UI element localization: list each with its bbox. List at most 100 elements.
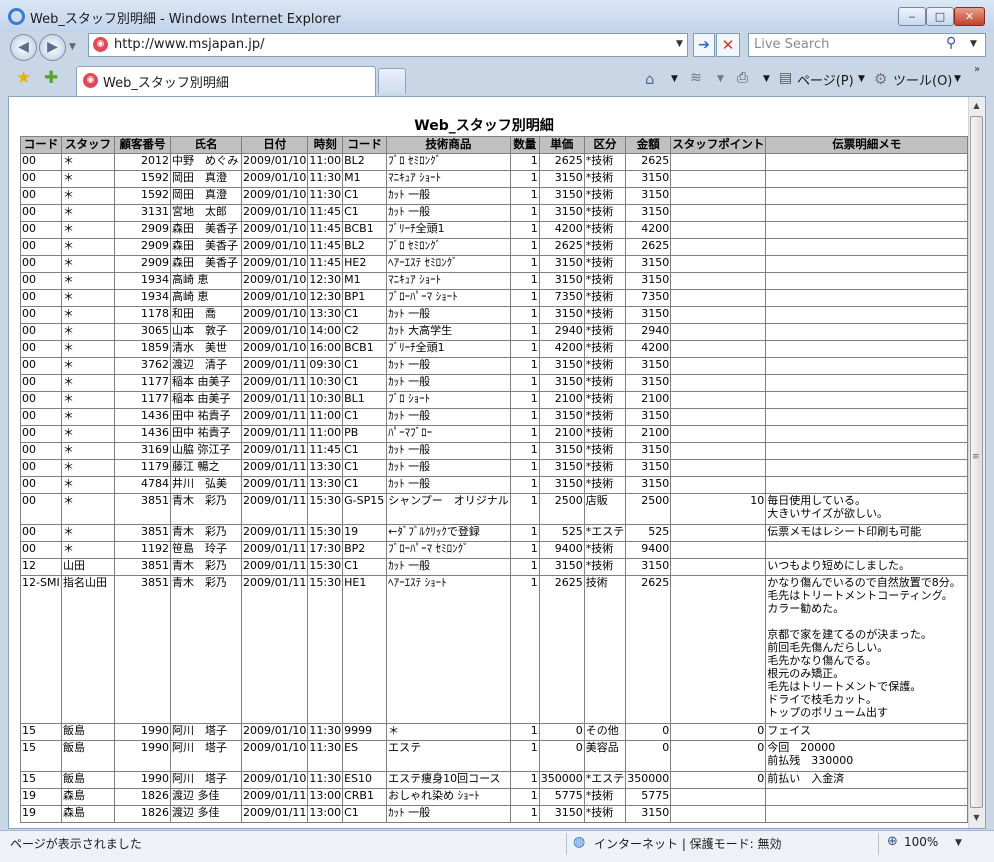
- add-favorite-icon[interactable]: ✚: [44, 68, 58, 88]
- cell-staff: 指名山田: [61, 575, 115, 724]
- cell-name: 阿川 塔子: [170, 740, 242, 772]
- tools-gear-icon[interactable]: ⚙: [874, 70, 887, 88]
- cell-staff: ＊: [61, 187, 115, 205]
- scroll-up-arrow-icon[interactable]: ▲: [968, 98, 985, 114]
- cell-memo: [765, 476, 969, 494]
- cell-item: シャンプー オリジナル: [386, 493, 511, 525]
- tools-dropdown-icon[interactable]: ▼: [954, 74, 961, 84]
- cell-staff-points: [670, 408, 767, 426]
- maximize-button[interactable]: □: [926, 7, 954, 26]
- cell-time: 11:00: [307, 425, 344, 443]
- internet-zone-globe-icon[interactable]: ◍: [573, 834, 585, 850]
- cell-name: 阿川 塔子: [170, 723, 242, 741]
- more-commands-chevron-icon[interactable]: »: [974, 64, 980, 75]
- cell-code: 00: [20, 272, 62, 290]
- cell-category: *技術: [583, 805, 627, 823]
- cell-category: *技術: [583, 272, 627, 290]
- go-button[interactable]: ➔: [693, 33, 715, 57]
- scroll-down-arrow-icon[interactable]: ▼: [968, 810, 985, 826]
- search-dropdown-icon[interactable]: ▼: [970, 39, 977, 49]
- cell-amount: 4200: [625, 340, 672, 358]
- cell-customer-no: 1177: [114, 391, 171, 409]
- zoom-dropdown-icon[interactable]: ▼: [955, 838, 962, 848]
- cell-item-code: C1: [342, 306, 388, 324]
- forward-button[interactable]: ▶: [39, 34, 66, 61]
- cell-item: ﾏﾆｷｭｱ ｼｮｰﾄ: [386, 170, 511, 188]
- cell-item: ｶｯﾄ 一般: [386, 805, 511, 823]
- cell-memo: [765, 255, 969, 273]
- cell-code: 00: [20, 221, 62, 239]
- cell-code: 00: [20, 357, 62, 375]
- search-placeholder[interactable]: Live Search: [754, 37, 829, 52]
- cell-amount: 3150: [625, 170, 672, 188]
- cell-category: *技術: [583, 221, 627, 239]
- cell-item-code: PB: [342, 425, 388, 443]
- home-dropdown-icon[interactable]: ▼: [671, 74, 678, 84]
- cell-staff: ＊: [61, 323, 115, 341]
- home-icon[interactable]: ⌂: [645, 70, 655, 88]
- address-url[interactable]: http://www.msjapan.jp/: [114, 37, 265, 52]
- cell-name: 稲本 由美子: [170, 374, 242, 392]
- cell-name: 渡辺 多佳: [170, 805, 242, 823]
- close-button[interactable]: ✕: [954, 7, 985, 26]
- cell-amount: 3150: [625, 272, 672, 290]
- tab-label[interactable]: Web_スタッフ別明細: [103, 72, 229, 91]
- search-icon[interactable]: ⚲: [946, 35, 956, 51]
- cell-staff-points: [670, 238, 767, 256]
- cell-time: 10:30: [307, 374, 344, 392]
- page-icon[interactable]: ▤: [779, 70, 792, 86]
- feeds-icon[interactable]: ≋: [690, 70, 702, 86]
- stop-button[interactable]: ✕: [716, 33, 740, 57]
- column-header-amount: 金額: [625, 136, 672, 154]
- cell-item: エステ痩身10回コース: [386, 771, 511, 789]
- cell-customer-no: 3169: [114, 442, 171, 460]
- back-button[interactable]: ◀: [10, 34, 37, 61]
- favorites-star-icon[interactable]: ★: [16, 68, 31, 88]
- cell-staff: ＊: [61, 272, 115, 290]
- address-dropdown-icon[interactable]: ▼: [676, 39, 683, 49]
- cell-item-code: BCB1: [342, 221, 388, 239]
- cell-time: 14:00: [307, 323, 344, 341]
- cell-unit-price: 3150: [538, 255, 585, 273]
- cell-category: *技術: [583, 255, 627, 273]
- zoom-level[interactable]: 100%: [904, 835, 938, 849]
- cell-name: 渡辺 多佳: [170, 788, 242, 806]
- cell-qty: 1: [509, 391, 540, 409]
- cell-customer-no: 1859: [114, 340, 171, 358]
- print-dropdown-icon[interactable]: ▼: [763, 74, 770, 84]
- cell-amount: 3150: [625, 442, 672, 460]
- cell-date: 2009/01/10: [240, 323, 309, 341]
- tools-menu-button[interactable]: ツール(O): [893, 70, 952, 89]
- new-tab-button[interactable]: [378, 68, 406, 94]
- page-dropdown-icon[interactable]: ▼: [858, 74, 865, 84]
- cell-item-code: HE1: [342, 575, 388, 724]
- cell-date: 2009/01/11: [240, 805, 309, 823]
- cell-time: 13:30: [307, 306, 344, 324]
- cell-unit-price: 525: [538, 524, 585, 542]
- history-dropdown-icon[interactable]: ▼: [69, 42, 76, 52]
- cell-date: 2009/01/11: [240, 442, 309, 460]
- feeds-dropdown-icon[interactable]: ▼: [717, 74, 724, 84]
- cell-qty: 1: [509, 221, 540, 239]
- cell-amount: 3150: [625, 476, 672, 494]
- cell-qty: 1: [509, 340, 540, 358]
- cell-memo: [765, 459, 969, 477]
- page-menu-button[interactable]: ページ(P): [797, 70, 854, 89]
- minimize-button[interactable]: ‒: [898, 7, 926, 26]
- cell-date: 2009/01/10: [240, 204, 309, 222]
- table-row: 00 ＊ 1934 高崎 恵 2009/01/10 12:30 BP1 ﾌﾞﾛｰﾊﾟｰﾏ ｼｮ…: [20, 289, 969, 307]
- cell-staff: ＊: [61, 493, 115, 525]
- print-icon[interactable]: ⎙: [737, 70, 748, 86]
- cell-name: 宮地 太郎: [170, 204, 242, 222]
- cell-category: *技術: [583, 238, 627, 256]
- cell-name: 稲本 由美子: [170, 391, 242, 409]
- cell-name: 清水 美世: [170, 340, 242, 358]
- scroll-thumb[interactable]: [970, 116, 983, 808]
- cell-staff-points: [670, 805, 767, 823]
- cell-time: 11:45: [307, 204, 344, 222]
- security-zone-text[interactable]: インターネット | 保護モード: 無効: [594, 835, 782, 852]
- cell-date: 2009/01/11: [240, 788, 309, 806]
- zoom-icon[interactable]: ⊕: [887, 834, 898, 849]
- cell-name: 井川 弘美: [170, 476, 242, 494]
- cell-date: 2009/01/10: [240, 153, 309, 171]
